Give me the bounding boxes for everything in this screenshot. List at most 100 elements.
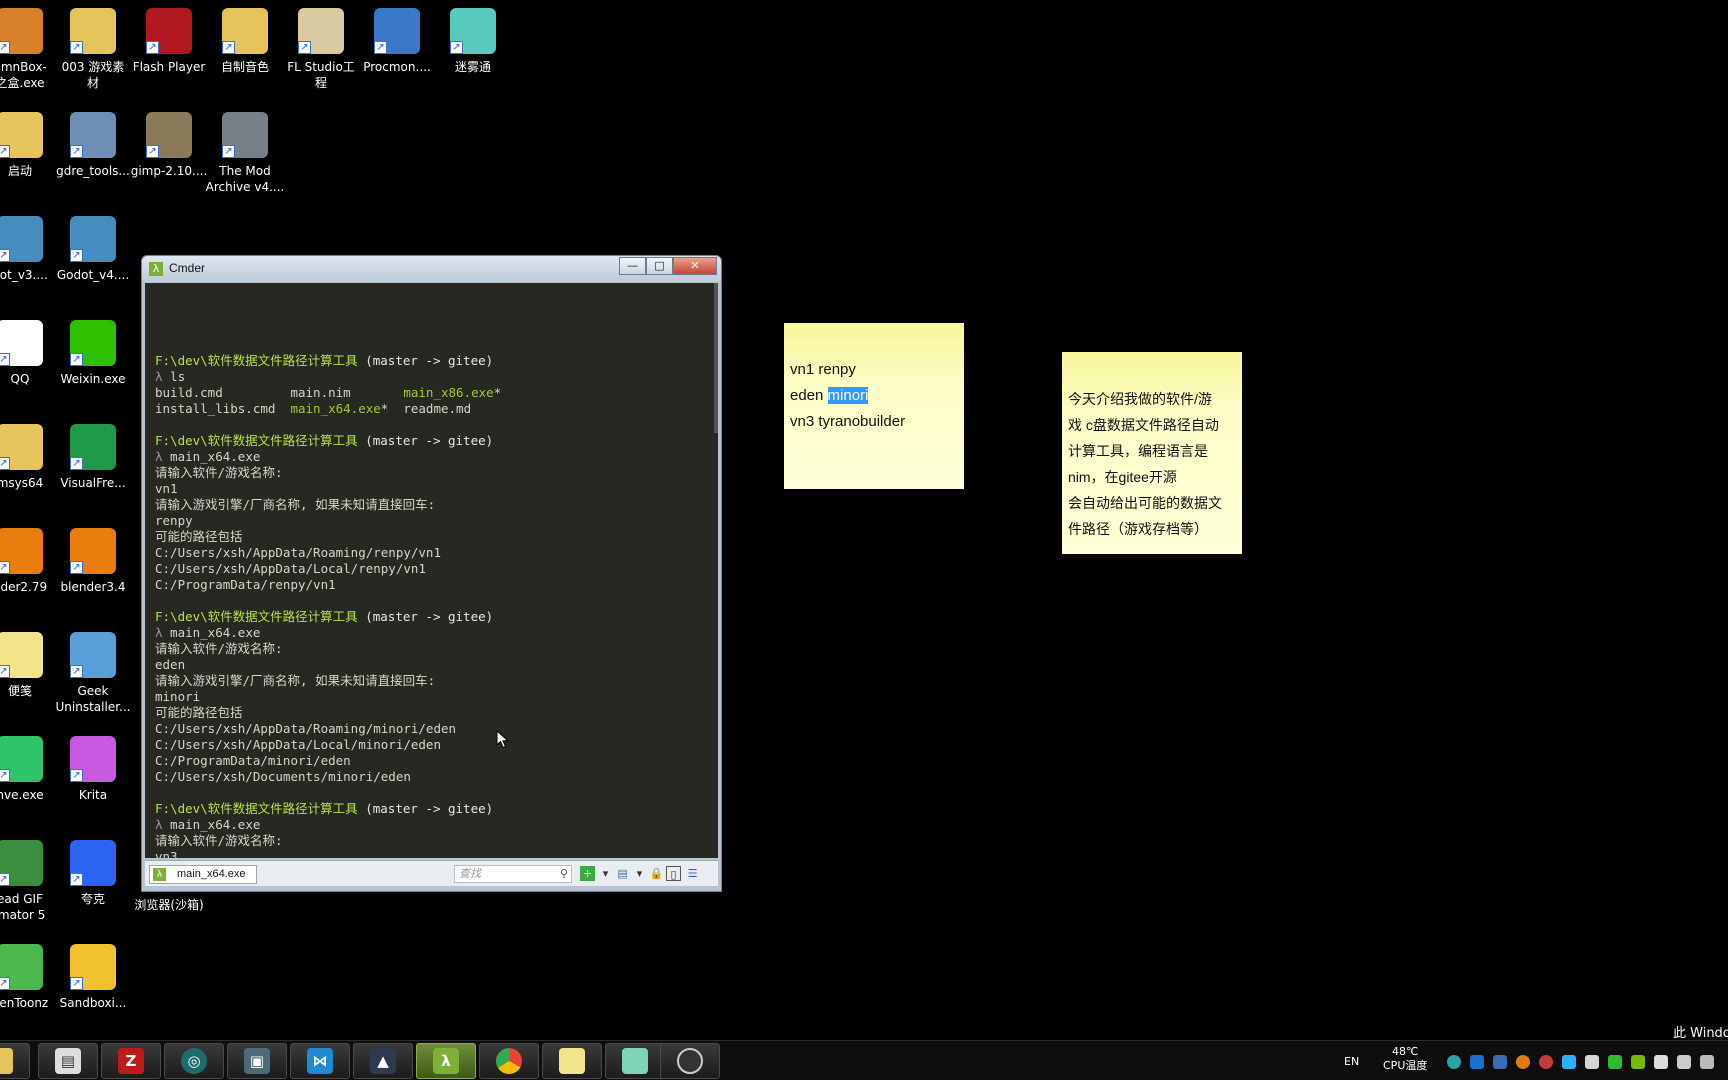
tray-app-icon[interactable]	[1470, 1055, 1484, 1069]
language-indicator[interactable]: EN	[1344, 1055, 1359, 1080]
taskbar-app[interactable]: ▲	[353, 1043, 413, 1079]
console-tab[interactable]: λ main_x64.exe	[149, 865, 257, 884]
desktop-icon[interactable]: ↗ msys64	[0, 424, 58, 491]
tray-app-icon[interactable]	[1585, 1055, 1599, 1069]
desktop-icon-label: penToonz	[0, 996, 49, 1010]
shortcut-arrow-icon: ↗	[146, 41, 159, 54]
taskbar-vscode[interactable]: ⋈	[290, 1043, 350, 1079]
sticky-note-1[interactable]: vn1 renpy eden minori vn3 tyranobuilder	[784, 323, 964, 489]
desktop-icon[interactable]: ↗ 启动	[0, 112, 58, 179]
desktop-icon[interactable]: ↗ Sandboxi...	[55, 944, 131, 1011]
desktop-icon[interactable]: ↗ The Mod Archive v4....	[206, 112, 284, 195]
desktop-icon[interactable]: ↗ 自制音色	[207, 8, 283, 75]
flash-player-icon: ↗	[146, 8, 192, 54]
desktop-icon[interactable]: ↗ gdre_tools...	[55, 112, 131, 179]
search-icon[interactable]: ⚲	[560, 866, 568, 882]
shortcut-arrow-icon: ↗	[0, 353, 10, 366]
title-bar[interactable]: λ Cmder — □ ✕	[142, 256, 721, 282]
gif-animator-icon: ↗	[0, 840, 43, 886]
nvidia-icon[interactable]	[1631, 1055, 1645, 1069]
desktop-icon[interactable]: ↗ 003 游戏素 材	[55, 8, 131, 91]
taskbar-app[interactable]: ▤	[38, 1043, 98, 1079]
desktop-icon[interactable]: ↗ VisualFre...	[55, 424, 131, 491]
desktop-icon[interactable]: ↗ umnBox- 之盒.exe	[0, 8, 58, 91]
tray-app-icon[interactable]	[1447, 1055, 1461, 1069]
terminal-text: 可能的路径包括	[155, 705, 243, 720]
note-line: 今天介绍我做的软件/游	[1068, 391, 1212, 407]
desktop-icon[interactable]: ↗ nve.exe	[0, 736, 58, 803]
desktop-icon[interactable]: ↗ Geek Uninstaller...	[55, 632, 131, 715]
find-placeholder: 查找	[459, 867, 481, 880]
tray-search-icon[interactable]	[1516, 1055, 1530, 1069]
desktop-icon[interactable]: ↗ Krita	[55, 736, 131, 803]
shortcut-arrow-icon: ↗	[222, 145, 235, 158]
maximize-button[interactable]: □	[646, 257, 673, 275]
desktop-icon[interactable]: ↗ Flash Player	[131, 8, 207, 75]
cpu-temp-label: CPU温度	[1383, 1059, 1428, 1072]
minimize-button[interactable]: —	[619, 257, 646, 275]
terminal-line: 请输入软件/游戏名称:	[155, 833, 718, 849]
find-input[interactable]: 查找 ⚲	[454, 865, 572, 883]
desktop-icon[interactable]: ↗ ead GIF imator 5	[0, 840, 58, 923]
volume-icon[interactable]	[1700, 1055, 1714, 1069]
tray-app-icon[interactable]	[1562, 1055, 1576, 1069]
desktop-icon-label: Geek Uninstaller...	[55, 684, 131, 714]
terminal-text: 请输入软件/游戏名称:	[155, 833, 283, 848]
desktop-icon[interactable]: 浏览器(沙箱)	[131, 892, 207, 913]
blender-icon: ↗	[70, 528, 116, 574]
close-button[interactable]: ✕	[673, 257, 717, 275]
desktop-icon[interactable]: ↗ Procmon....	[359, 8, 435, 75]
taskbar-app[interactable]: ▣	[227, 1043, 287, 1079]
tray-app-icon[interactable]	[1539, 1055, 1553, 1069]
game-icon: ▲	[370, 1048, 396, 1074]
terminal-output[interactable]: F:\dev\软件数据文件路径计算工具 (master -> gitee) λ l…	[145, 283, 718, 858]
desktop-icon[interactable]: ↗ nder2.79	[0, 528, 58, 595]
tray-app-icon[interactable]	[1493, 1055, 1507, 1069]
note-line: 计算工具，编程语言是	[1068, 443, 1208, 459]
desktop-icon[interactable]: ↗ 夸克	[55, 840, 131, 907]
sticky-note-2[interactable]: 今天介绍我做的软件/游 戏 c盘数据文件路径自动 计算工具，编程语言是 nim，…	[1062, 352, 1242, 554]
geek-uninstaller-icon: ↗	[70, 632, 116, 678]
split-icon[interactable]: ▤	[615, 866, 630, 881]
taskbar-cmder[interactable]: λ	[416, 1043, 476, 1079]
desktop-icon[interactable]: ↗ 便笺	[0, 632, 58, 699]
shortcut-arrow-icon: ↗	[70, 145, 83, 158]
note-line: vn1 renpy	[790, 361, 856, 378]
cmder-window[interactable]: λ Cmder — □ ✕ F:\dev\软件数据文件路径计算工具 (maste…	[141, 255, 722, 892]
desktop-icon[interactable]: ↗ QQ	[0, 320, 58, 387]
taskbar-chrome[interactable]	[479, 1043, 539, 1079]
taskbar-filezilla[interactable]: Z	[101, 1043, 161, 1079]
terminal-text: (master -> gitee)	[357, 353, 494, 368]
taskbar-explorer[interactable]	[0, 1043, 30, 1079]
desktop-icon[interactable]: ↗ blender3.4	[55, 528, 131, 595]
terminal-scrollbar[interactable]	[714, 283, 718, 433]
dropdown-arrow-icon[interactable]: ▾	[632, 866, 647, 881]
taskbar-app[interactable]: ◎	[164, 1043, 224, 1079]
menu-icon[interactable]: ☰	[685, 866, 700, 881]
desktop-icon[interactable]: ↗ Godot_v4....	[55, 216, 131, 283]
panel-icon[interactable]: ▯	[666, 866, 681, 881]
qq-icon: ↗	[0, 320, 43, 366]
desktop-icon[interactable]: ↗ gimp-2.10....	[131, 112, 207, 179]
dropdown-arrow-icon[interactable]: ▾	[598, 866, 613, 881]
desktop-icon[interactable]: ↗ 迷雾通	[435, 8, 511, 75]
taskbar-app[interactable]	[605, 1043, 665, 1079]
shortcut-arrow-icon: ↗	[0, 873, 10, 886]
terminal-line: 可能的路径包括	[155, 529, 718, 545]
terminal-line: F:\dev\软件数据文件路径计算工具 (master -> gitee)	[155, 353, 718, 369]
taskbar-obs[interactable]	[660, 1043, 720, 1079]
desktop-icon[interactable]: ↗ dot_v3....	[0, 216, 58, 283]
desktop-icon[interactable]: ↗ Weixin.exe	[55, 320, 131, 387]
network-icon[interactable]	[1654, 1055, 1668, 1069]
cpu-temp-widget[interactable]: 48℃ CPU温度	[1383, 1045, 1427, 1080]
taskbar-sticky-notes[interactable]	[542, 1043, 602, 1079]
flag-icon[interactable]	[1677, 1055, 1691, 1069]
desktop-icon[interactable]: ↗ FL Studio工 程	[283, 8, 359, 91]
shortcut-arrow-icon: ↗	[70, 249, 83, 262]
tray-app-icon[interactable]	[1608, 1055, 1622, 1069]
new-console-icon[interactable]: +	[580, 866, 595, 881]
procmon-icon: ↗	[374, 8, 420, 54]
desktop-icon[interactable]: ↗ penToonz	[0, 944, 58, 1011]
lock-icon[interactable]: 🔒	[649, 866, 664, 881]
